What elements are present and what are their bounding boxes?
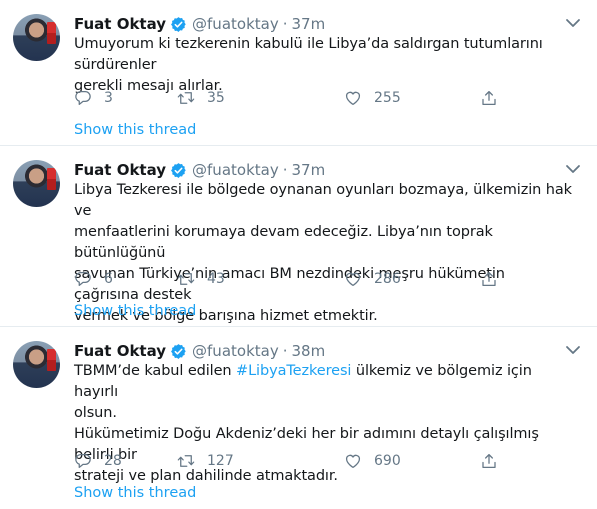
tweet-text-line: Libya Tezkeresi ile bölgede oynanan oyun… <box>74 182 572 219</box>
retweet-button[interactable]: 35 <box>177 86 225 110</box>
tweet-text-line: olsun. <box>74 405 117 421</box>
tweet-header: Fuat Oktay @fuatoktay · 37m <box>74 158 325 182</box>
author-handle[interactable]: @fuatoktay <box>192 15 279 33</box>
like-icon <box>345 272 361 287</box>
hashtag-link[interactable]: #LibyaTezkeresi <box>236 363 351 379</box>
like-count: 690 <box>374 453 401 469</box>
like-count: 255 <box>374 90 401 106</box>
tweet[interactable]: Fuat Oktay @fuatoktay · 38m TBMM’de kabu… <box>0 327 597 509</box>
retweet-count: 35 <box>207 90 225 106</box>
retweet-icon <box>177 273 195 285</box>
share-icon <box>482 271 496 287</box>
timeline-feed: Fuat Oktay @fuatoktay · 37m Umuyorum ki … <box>0 0 597 509</box>
chevron-down-icon[interactable] <box>565 344 581 356</box>
retweet-count: 43 <box>207 271 225 287</box>
timestamp[interactable]: 37m <box>292 161 326 179</box>
verified-badge-icon <box>170 161 187 179</box>
like-icon <box>345 454 361 469</box>
reply-icon <box>75 453 91 469</box>
avatar[interactable] <box>13 160 60 207</box>
like-count: 286 <box>374 271 401 287</box>
tweet-text-line: Umuyorum ki tezkerenin kabulü ile Libya’… <box>74 36 543 73</box>
tweet-text-line: menfaatlerini korumaya devam edeceğiz. L… <box>74 224 493 261</box>
tweet-actions: 6 43 286 <box>74 267 504 291</box>
avatar[interactable] <box>13 14 60 61</box>
reply-count: 6 <box>104 271 113 287</box>
reply-icon <box>75 90 91 106</box>
separator-dot: · <box>282 342 288 360</box>
verified-badge-icon <box>170 342 187 360</box>
reply-button[interactable]: 3 <box>74 86 113 110</box>
tweet-actions: 28 127 690 <box>74 449 504 473</box>
show-thread-link[interactable]: Show this thread <box>74 122 196 138</box>
like-button[interactable]: 286 <box>344 267 401 291</box>
retweet-icon <box>177 455 195 467</box>
timestamp[interactable]: 37m <box>292 15 326 33</box>
tweet-header: Fuat Oktay @fuatoktay · 38m <box>74 339 325 363</box>
tweet-header: Fuat Oktay @fuatoktay · 37m <box>74 12 325 36</box>
like-button[interactable]: 255 <box>344 86 401 110</box>
reply-count: 28 <box>104 453 122 469</box>
author-name[interactable]: Fuat Oktay <box>74 15 166 33</box>
tweet-text-line: TBMM’de kabul edilen #LibyaTezkeresi ülk… <box>74 361 574 403</box>
like-icon <box>345 91 361 106</box>
share-button[interactable] <box>480 86 510 110</box>
retweet-button[interactable]: 127 <box>177 449 234 473</box>
reply-count: 3 <box>104 90 113 106</box>
reply-icon <box>75 271 91 287</box>
chevron-down-icon[interactable] <box>565 163 581 175</box>
tweet[interactable]: Fuat Oktay @fuatoktay · 37m Libya Tezker… <box>0 146 597 327</box>
verified-badge-icon <box>170 15 187 33</box>
chevron-down-icon[interactable] <box>565 17 581 29</box>
share-icon <box>482 90 496 106</box>
share-button[interactable] <box>480 267 510 291</box>
retweet-button[interactable]: 43 <box>177 267 225 291</box>
author-name[interactable]: Fuat Oktay <box>74 342 166 360</box>
show-thread-link[interactable]: Show this thread <box>74 485 196 501</box>
retweet-icon <box>177 92 195 104</box>
tweet-text-segment: TBMM’de kabul edilen <box>74 363 237 379</box>
show-thread-link[interactable]: Show this thread <box>74 303 196 319</box>
retweet-count: 127 <box>207 453 234 469</box>
tweet[interactable]: Fuat Oktay @fuatoktay · 37m Umuyorum ki … <box>0 0 597 146</box>
author-name[interactable]: Fuat Oktay <box>74 161 166 179</box>
timestamp[interactable]: 38m <box>292 342 326 360</box>
like-button[interactable]: 690 <box>344 449 401 473</box>
avatar[interactable] <box>13 341 60 388</box>
share-button[interactable] <box>480 449 510 473</box>
author-handle[interactable]: @fuatoktay <box>192 342 279 360</box>
separator-dot: · <box>282 15 288 33</box>
reply-button[interactable]: 6 <box>74 267 113 291</box>
author-handle[interactable]: @fuatoktay <box>192 161 279 179</box>
tweet-actions: 3 35 255 <box>74 86 504 110</box>
reply-button[interactable]: 28 <box>74 449 122 473</box>
separator-dot: · <box>282 161 288 179</box>
share-icon <box>482 453 496 469</box>
